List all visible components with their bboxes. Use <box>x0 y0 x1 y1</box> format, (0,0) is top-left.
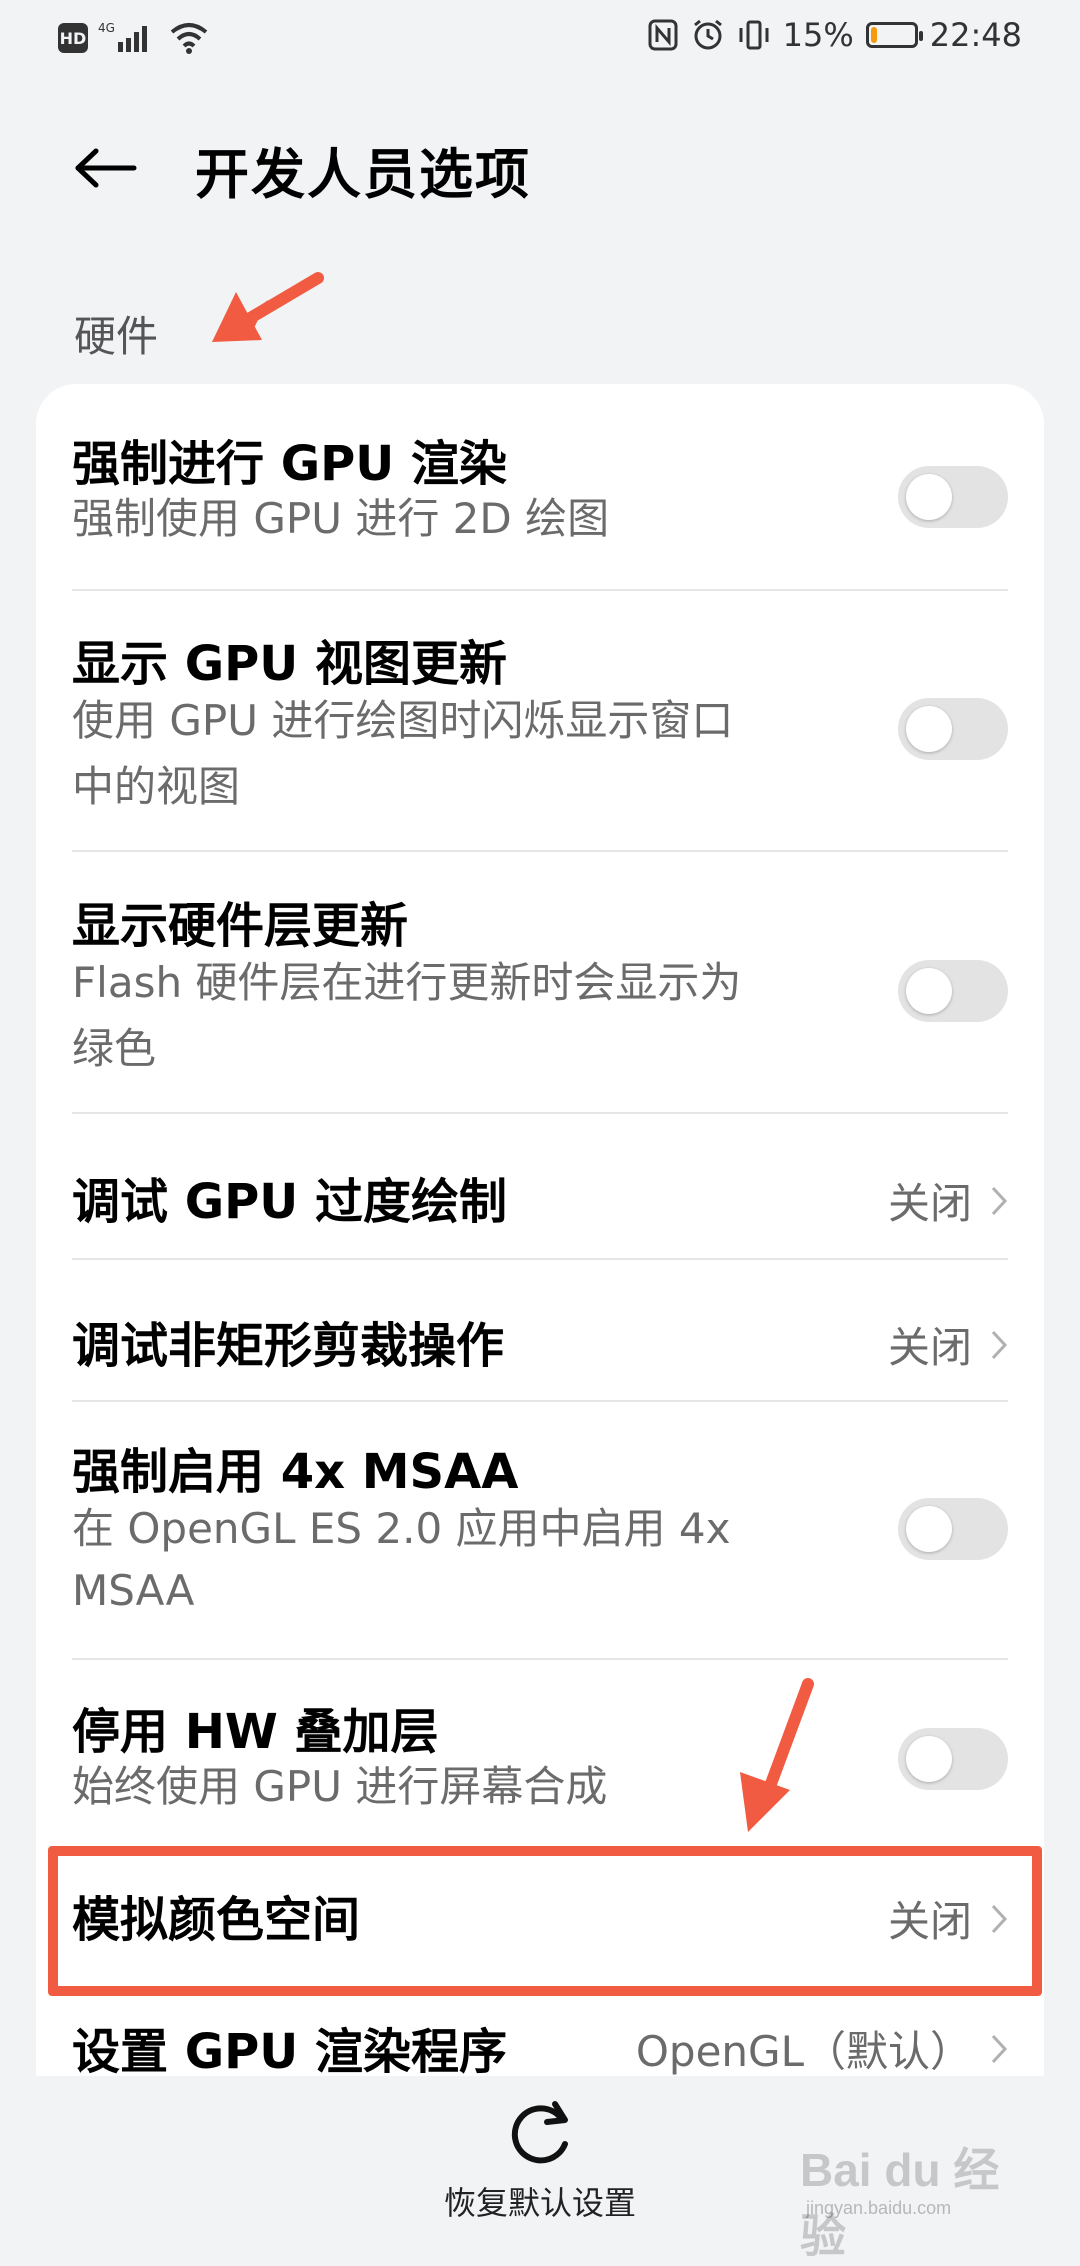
setting-subtitle: 强制使用 GPU 进行 2D 绘图 <box>72 494 610 543</box>
value-text: OpenGL（默认） <box>635 2027 972 2076</box>
watermark: Bai du 经验 jingyan.baidu.com <box>800 2124 1040 2262</box>
value-text: 关闭 <box>887 1179 972 1228</box>
wifi-icon <box>170 23 208 54</box>
toggle-gpu-view-updates[interactable] <box>898 698 1008 760</box>
network-type: 4G <box>98 21 115 35</box>
vibrate-icon <box>739 20 769 50</box>
setting-row-non-rect-clip[interactable]: 调试非矩形剪裁操作 关闭 <box>72 1288 1008 1398</box>
settings-card: 强制进行 GPU 渲染 强制使用 GPU 进行 2D 绘图 显示 GPU 视图更… <box>36 384 1044 2084</box>
section-label: 硬件 <box>74 312 159 361</box>
setting-title: 强制启用 4x MSAA <box>72 1444 519 1500</box>
setting-row-force-gpu[interactable]: 强制进行 GPU 渲染 强制使用 GPU 进行 2D 绘图 <box>72 424 1008 574</box>
toggle-knob <box>906 706 952 752</box>
header: 开发人员选项 <box>0 110 1080 230</box>
setting-subtitle-line2: 绿色 <box>72 1024 157 1073</box>
setting-title: 显示 GPU 视图更新 <box>72 636 507 692</box>
setting-row-gpu-overdraw[interactable]: 调试 GPU 过度绘制 关闭 <box>72 1144 1008 1254</box>
divider <box>72 850 1008 852</box>
toggle-disable-hw-overlays[interactable] <box>898 1728 1008 1790</box>
setting-value: 关闭 <box>888 1170 1008 1231</box>
arrow-section <box>212 272 324 342</box>
setting-value: 关闭 <box>888 1314 1008 1375</box>
battery-fill <box>870 27 877 43</box>
setting-title: 停用 HW 叠加层 <box>72 1704 439 1760</box>
toggle-knob <box>906 474 952 520</box>
nfc-icon <box>648 19 678 51</box>
toggle-knob <box>906 1736 952 1782</box>
chevron-right-icon <box>991 1186 1008 1215</box>
setting-title: 强制进行 GPU 渲染 <box>72 436 507 492</box>
reset-defaults-button[interactable]: 恢复默认设置 <box>420 2098 660 2238</box>
toggle-knob <box>906 1506 952 1552</box>
divider <box>72 1658 1008 1660</box>
chevron-right-icon <box>991 1330 1008 1359</box>
setting-subtitle-line1: 在 OpenGL ES 2.0 应用中启用 4x <box>72 1504 731 1553</box>
battery-percent: 15% <box>782 16 854 54</box>
setting-row-hw-layer-updates[interactable]: 显示硬件层更新 Flash 硬件层在进行更新时会显示为 绿色 <box>72 886 1008 1096</box>
setting-subtitle-line2: MSAA <box>72 1566 195 1615</box>
status-time: 22:48 <box>929 16 1022 54</box>
toggle-4x-msaa[interactable] <box>898 1498 1008 1560</box>
divider <box>72 1258 1008 1260</box>
setting-title: 设置 GPU 渲染程序 <box>72 2024 507 2080</box>
setting-subtitle-line1: 使用 GPU 进行绘图时闪烁显示窗口 <box>72 696 734 745</box>
hd-badge: HD <box>58 23 88 53</box>
setting-value: OpenGL（默认） <box>636 2018 1008 2079</box>
setting-subtitle: 始终使用 GPU 进行屏幕合成 <box>72 1762 608 1811</box>
page-title: 开发人员选项 <box>195 143 531 206</box>
setting-row-gpu-renderer[interactable]: 设置 GPU 渲染程序 OpenGL（默认） <box>72 2012 1008 2084</box>
setting-title: 显示硬件层更新 <box>72 898 409 954</box>
divider <box>72 589 1008 591</box>
reset-label: 恢复默认设置 <box>443 2184 636 2222</box>
highlight-box <box>48 1846 1042 1996</box>
setting-row-gpu-view-updates[interactable]: 显示 GPU 视图更新 使用 GPU 进行绘图时闪烁显示窗口 中的视图 <box>72 624 1008 834</box>
setting-subtitle-line1: Flash 硬件层在进行更新时会显示为 <box>72 958 742 1007</box>
toggle-force-gpu[interactable] <box>898 466 1008 528</box>
reset-icon <box>511 2101 568 2164</box>
back-button[interactable] <box>70 132 142 204</box>
signal-icon: 4G <box>98 21 147 52</box>
divider <box>72 1400 1008 1402</box>
status-right: 15% 22:48 <box>647 16 1022 54</box>
watermark-sub: jingyan.baidu.com <box>806 2198 952 2218</box>
setting-title: 调试非矩形剪裁操作 <box>72 1318 505 1374</box>
back-arrow-icon <box>75 148 137 188</box>
setting-subtitle-line2: 中的视图 <box>72 762 241 811</box>
setting-row-4x-msaa[interactable]: 强制启用 4x MSAA 在 OpenGL ES 2.0 应用中启用 4x MS… <box>72 1432 1008 1642</box>
alarm-icon <box>693 19 722 50</box>
chevron-right-icon <box>991 2034 1008 2063</box>
battery-icon <box>865 22 923 48</box>
status-left: HD 4G <box>58 20 210 56</box>
toggle-knob <box>906 968 952 1014</box>
divider <box>72 1112 1008 1114</box>
value-text: 关闭 <box>887 1323 972 1372</box>
status-bar: HD 4G 15% 22:48 <box>0 0 1080 84</box>
setting-row-disable-hw-overlays[interactable]: 停用 HW 叠加层 始终使用 GPU 进行屏幕合成 <box>72 1692 1008 1842</box>
toggle-hw-layer-updates[interactable] <box>898 960 1008 1022</box>
setting-title: 调试 GPU 过度绘制 <box>72 1174 507 1230</box>
